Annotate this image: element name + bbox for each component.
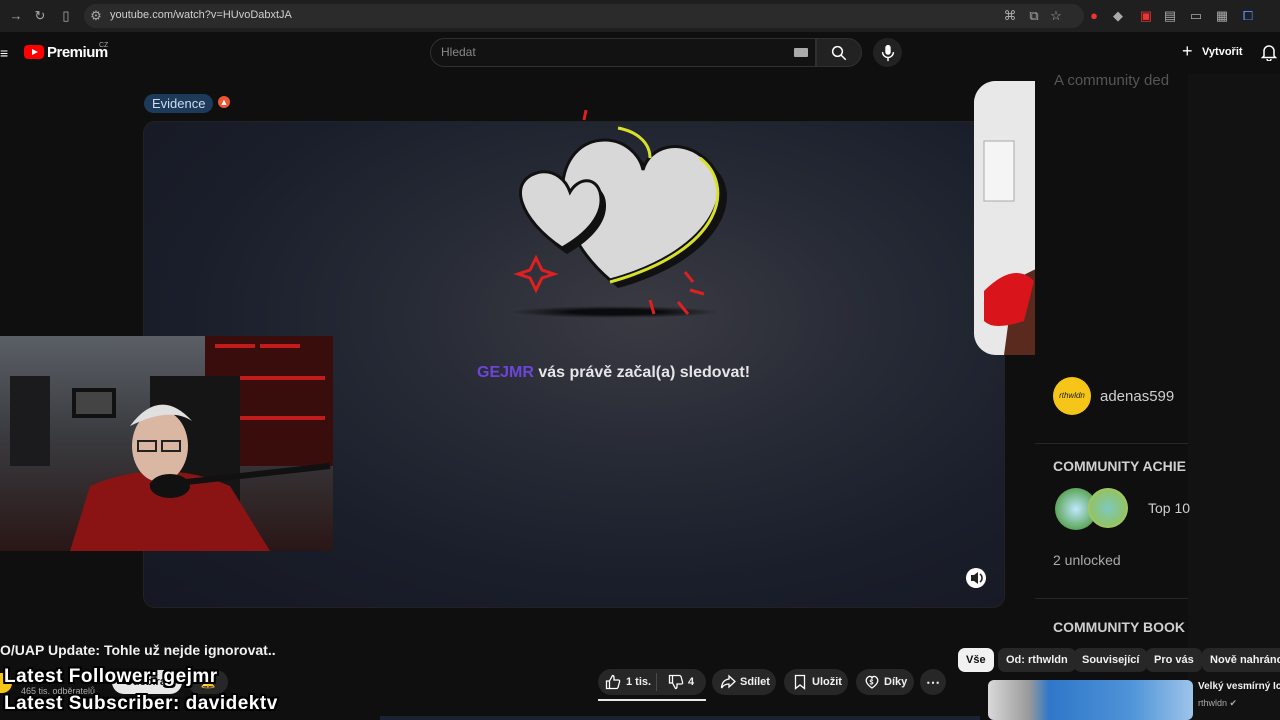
- thanks-button[interactable]: $ Díky: [856, 669, 914, 695]
- translate-icon[interactable]: ⌘: [1002, 8, 1018, 24]
- like-ratio-bar: [598, 699, 706, 701]
- media-icon[interactable]: ▦: [1214, 8, 1230, 24]
- chip-recently-uploaded[interactable]: Nově nahráno: [1202, 648, 1280, 672]
- extension-badge-icon[interactable]: ▣: [1138, 8, 1154, 24]
- save-label: Uložit: [812, 676, 842, 688]
- member-name[interactable]: adenas599: [1100, 388, 1174, 405]
- install-icon[interactable]: ⧉: [1026, 8, 1042, 24]
- achievements-title: COMMUNITY ACHIE: [1053, 458, 1186, 474]
- share-label: Sdílet: [740, 676, 770, 688]
- extension-icon[interactable]: ◆: [1110, 8, 1126, 24]
- chip-all[interactable]: Vše: [958, 648, 994, 672]
- logo-country: CZ: [99, 42, 109, 49]
- keyboard-icon[interactable]: [794, 48, 808, 57]
- like-count[interactable]: 1 tis.: [626, 676, 651, 688]
- voice-search-button[interactable]: [873, 38, 902, 67]
- share-icon: [720, 674, 736, 689]
- achievement-label: Top 10: [1148, 500, 1191, 516]
- reload-icon[interactable]: ↻: [32, 8, 48, 24]
- community-description: A community ded: [1054, 72, 1170, 89]
- sidebar-icon[interactable]: ▯: [58, 8, 74, 24]
- scroll-edge: [380, 716, 980, 720]
- hearts-alert-icon: [513, 109, 728, 315]
- svg-text:$: $: [870, 680, 874, 687]
- share-button[interactable]: Sdílet: [712, 669, 776, 695]
- chip-related[interactable]: Související: [1074, 648, 1148, 672]
- more-actions-button[interactable]: ⋯: [920, 669, 946, 695]
- extension-record-icon[interactable]: ●: [1086, 8, 1102, 24]
- streamer-webcam-left: [0, 336, 333, 551]
- like-divider: [656, 673, 657, 691]
- side-gutter: [1188, 74, 1280, 720]
- unlocked-count: 2 unlocked: [1053, 552, 1121, 568]
- chip-for-you[interactable]: Pro vás: [1146, 648, 1202, 672]
- thumbs-up-icon[interactable]: [605, 674, 621, 690]
- cast-icon[interactable]: ▭: [1188, 8, 1204, 24]
- latest-subscriber-overlay: Latest Subscriber: davidektv: [4, 693, 278, 714]
- search-button[interactable]: [816, 38, 862, 67]
- divider: [1035, 443, 1188, 444]
- follow-alert-text: GEJMR vás právě začal(a) sledovat!: [477, 364, 750, 382]
- bookmarks-title: COMMUNITY BOOK: [1053, 619, 1185, 635]
- webcam-scene-left: [10, 336, 333, 551]
- divider: [1035, 598, 1188, 599]
- thumbs-down-icon[interactable]: [668, 674, 684, 690]
- dislike-count[interactable]: 4: [688, 676, 694, 688]
- mic-icon: [881, 44, 895, 62]
- chip-from-channel[interactable]: Od: rthwldn: [998, 648, 1076, 672]
- topic-badge[interactable]: Evidence: [144, 94, 214, 113]
- bookmark-star-icon[interactable]: ☆: [1048, 8, 1064, 24]
- heart-dollar-icon: $: [865, 675, 879, 689]
- search-input[interactable]: [430, 38, 816, 67]
- save-button[interactable]: Uložit: [784, 669, 848, 695]
- puzzle-icon[interactable]: ⧠: [1240, 8, 1256, 24]
- menu-icon[interactable]: ≡: [0, 45, 8, 61]
- forward-icon[interactable]: →: [8, 8, 24, 24]
- plus-icon: +: [1182, 41, 1193, 61]
- latest-follower-overlay: Latest Follower: gejmr: [4, 666, 218, 687]
- search-icon: [831, 45, 847, 61]
- verified-icon: ✔: [1229, 698, 1238, 708]
- member-avatar[interactable]: rthwldn: [1053, 377, 1091, 415]
- arrow-up-icon: ▲: [218, 96, 230, 108]
- recommended-channel-name: rthwldn: [1198, 698, 1228, 708]
- url-text: youtube.com/watch?v=HUvoDabxtJA: [110, 9, 292, 21]
- recommended-thumbnail[interactable]: [988, 680, 1193, 720]
- recommended-title[interactable]: Velký vesmírný Ice: [1198, 681, 1280, 692]
- volume-icon[interactable]: [963, 566, 989, 590]
- follower-name: GEJMR: [477, 364, 534, 381]
- video-title: O/UAP Update: Tohle už nejde ignorovat..: [0, 642, 276, 658]
- notifications-bell-icon[interactable]: [1261, 44, 1277, 61]
- recommended-channel: rthwldn ✔: [1198, 698, 1237, 709]
- youtube-logo-icon[interactable]: [24, 45, 44, 59]
- follow-message: vás právě začal(a) sledovat!: [533, 364, 751, 381]
- achievement-badge-icon[interactable]: [1088, 488, 1128, 528]
- search-placeholder: Hledat: [441, 45, 476, 59]
- site-info-icon[interactable]: ⚙: [88, 8, 104, 24]
- extension-note-icon[interactable]: ▤: [1162, 8, 1178, 24]
- thanks-label: Díky: [884, 676, 908, 688]
- badge-label: Evidence: [152, 96, 206, 111]
- create-label: Vytvořit: [1202, 46, 1243, 58]
- bookmark-icon: [794, 674, 806, 690]
